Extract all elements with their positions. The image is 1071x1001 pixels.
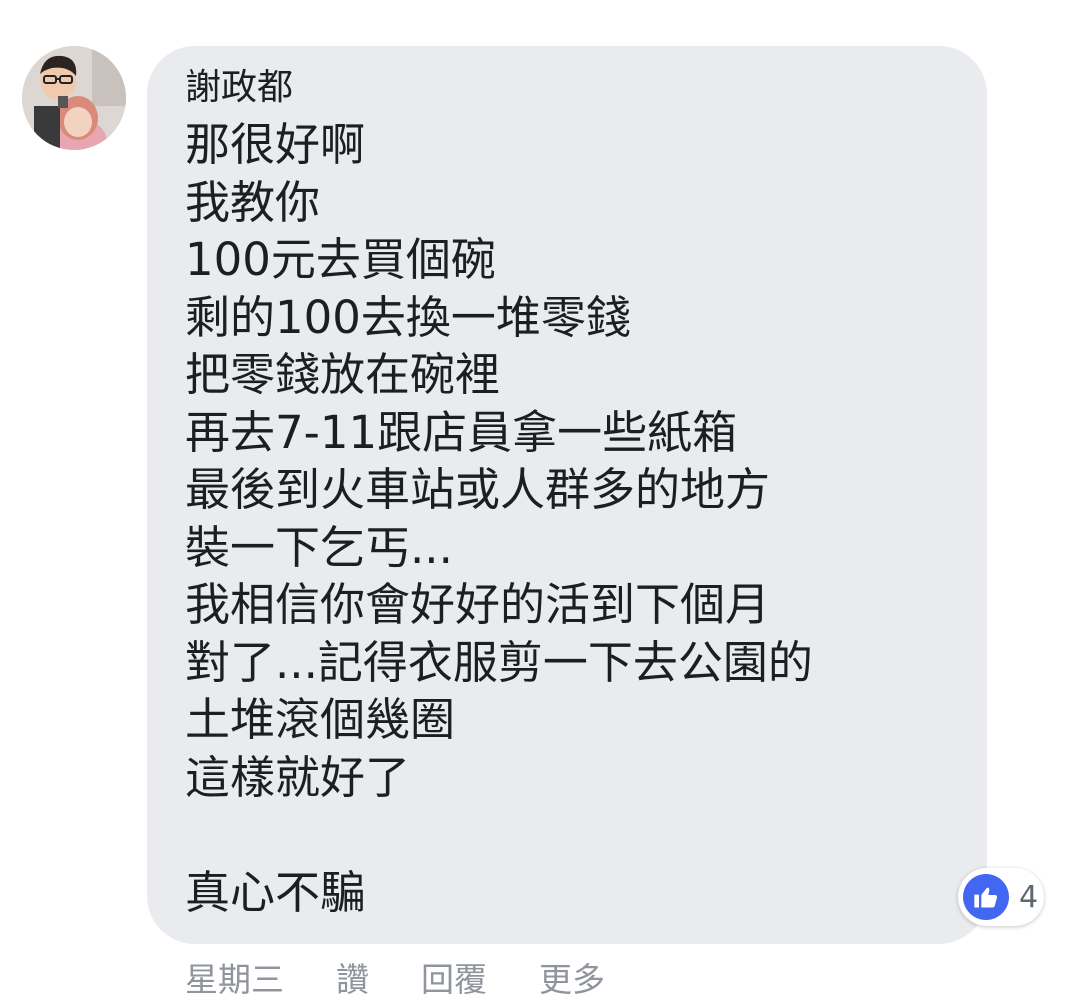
comment-line: 再去7-11跟店員拿一些紙箱	[185, 405, 738, 459]
reaction-count: 4	[1019, 879, 1039, 915]
comment-line: 真心不騙	[185, 865, 366, 919]
comment-line: 那很好啊	[185, 118, 366, 171]
comment-line: 我教你	[185, 175, 321, 229]
comment-author[interactable]: 謝政都	[185, 64, 951, 112]
comment-line: 對了...記得衣服剪一下去公園的	[185, 635, 813, 689]
comment-line: 裝一下乞丐...	[185, 520, 453, 574]
comment-line: 土堆滾個幾圈	[185, 693, 456, 746]
comment-line: 100元去買個碗	[185, 233, 496, 286]
thumbs-up-icon	[963, 874, 1009, 920]
comment-line	[185, 806, 951, 864]
comment-bubble: 謝政都 那很好啊 我教你 100元去買個碗 剩的100去換一堆零錢 把零錢放在碗…	[147, 46, 987, 944]
avatar-photo	[22, 46, 126, 150]
comment-line: 我相信你會好好的活到下個月	[185, 578, 771, 631]
comment-line: 最後到火車站或人群多的地方	[185, 463, 771, 516]
avatar[interactable]	[22, 46, 126, 150]
comment-body: 那很好啊 我教你 100元去買個碗 剩的100去換一堆零錢 把零錢放在碗裡 再去…	[185, 116, 951, 921]
comment-line: 把零錢放在碗裡	[185, 348, 501, 401]
comment-line: 這樣就好了	[185, 750, 411, 804]
comment-actions: 星期三 讚 回覆 更多	[185, 955, 605, 999]
comment-line: 剩的100去換一堆零錢	[185, 290, 631, 344]
reaction-badge[interactable]: 4	[958, 868, 1044, 926]
